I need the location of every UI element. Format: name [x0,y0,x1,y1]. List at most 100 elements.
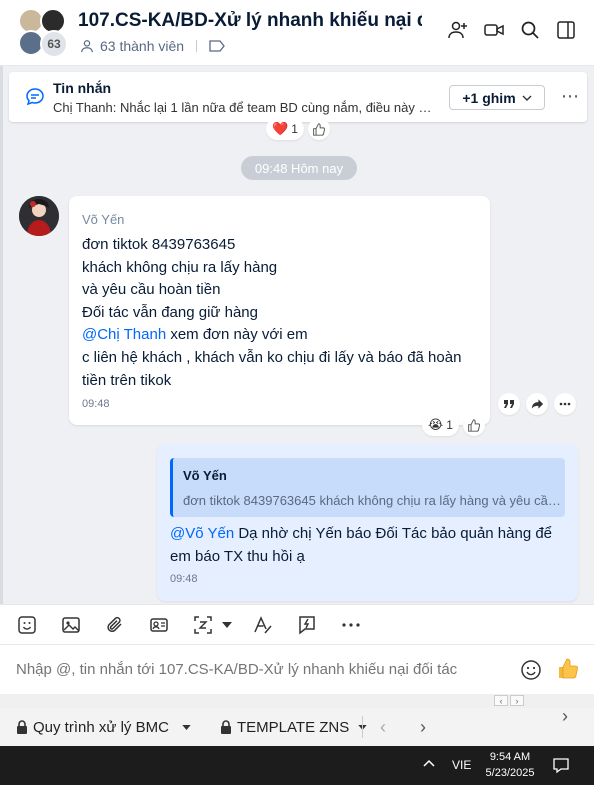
message-line: c liên hệ khách , khách vẫn ko chịu đi l… [82,348,462,389]
sender-name: Võ Yến [82,212,125,227]
reaction-count: 1 [291,122,298,136]
previous-message-reactions: ❤️ 1 [266,118,330,140]
more-pins-button[interactable]: +1 ghim [449,85,545,110]
pinned-text: Chị Thanh: Nhắc lại 1 lần nữa để team BD… [53,100,433,115]
divider [362,716,363,738]
tag-icon[interactable] [209,40,225,52]
input-language[interactable]: VIE [452,758,471,772]
quote-icon [504,400,514,408]
caret-down-icon[interactable] [216,614,238,636]
back-arrow-icon[interactable]: ‹ [380,717,386,738]
bookmark-label: TEMPLATE ZNS [237,719,350,736]
message-input[interactable] [16,661,476,678]
lock-icon [221,720,231,734]
chat-bubble-icon [26,88,44,106]
add-member-icon[interactable] [448,20,468,40]
scroll-right-icon[interactable]: › [510,695,524,706]
message-text: đơn tiktok 8439763645 khách không chịu r… [82,234,477,392]
conversation-header: 63 107.CS-KA/BD-Xử lý nhanh khiếu nại đố… [0,0,594,66]
message-hover-actions [498,393,576,415]
divider [196,40,198,52]
pinned-title: Tin nhắn [53,80,112,96]
sender-avatar[interactable] [19,196,59,236]
message-line: đơn tiktok 8439763645 [82,236,236,253]
search-icon[interactable] [520,20,540,40]
scroll-left-icon[interactable]: ‹ [494,695,508,706]
message-time: 09:48 [82,398,110,410]
message-composer [0,644,594,694]
reaction-pill[interactable]: ❤️ 1 [266,118,304,140]
member-count-badge: 63 [40,30,68,58]
group-avatar[interactable]: 63 [18,8,68,58]
pinned-more-button[interactable]: ⋯ [561,86,580,107]
sidebar-toggle-icon[interactable] [556,20,576,40]
chevron-up-icon[interactable] [422,756,436,770]
thumbs-up-icon [313,122,326,136]
bookmark-folder[interactable]: TEMPLATE ZNS [220,719,367,736]
forward-arrow-icon[interactable]: › [420,717,426,738]
message-text: @Võ Yến Dạ nhờ chị Yến báo Đối Tác bảo q… [170,522,565,568]
members-count-label: 63 thành viên [100,38,185,54]
person-icon [81,40,93,53]
members-link[interactable]: 63 thành viên [80,38,225,54]
header-actions [448,20,576,40]
crying-face-icon: 😭 [428,417,444,432]
chevron-right-icon[interactable]: › [562,706,568,727]
emoji-icon[interactable] [520,659,542,681]
message-line: khách không chịu ra lấy hàng [82,258,278,276]
bookmark-folder[interactable]: Quy trình xử lý BMC [16,719,191,736]
thumbs-up-icon [559,658,578,679]
forward-button[interactable] [526,393,548,415]
chevron-down-icon [522,95,532,101]
ellipsis-icon [559,402,571,406]
sticker-icon[interactable] [16,614,38,636]
message-line: và yêu cầu hoàn tiền [82,281,221,299]
system-clock[interactable]: 9:54 AM 5/23/2025 [480,749,540,781]
reaction-count: 1 [446,418,453,432]
more-options-icon[interactable] [340,614,362,636]
outgoing-message-bubble[interactable]: Võ Yến đơn tiktok 8439763645 khách không… [157,444,578,601]
heart-icon: ❤️ [272,121,289,136]
quoted-message[interactable]: Võ Yến đơn tiktok 8439763645 khách không… [170,458,565,517]
composer-toolbar [0,604,594,644]
message-list[interactable]: Tin nhắn Chị Thanh: Nhắc lại 1 lần nữa đ… [0,66,594,604]
scroll-edge [0,66,3,604]
more-actions-button[interactable] [554,393,576,415]
avatar-image [19,196,59,236]
conversation-title[interactable]: 107.CS-KA/BD-Xử lý nhanh khiếu nại đối t… [78,10,422,32]
like-button[interactable] [307,118,330,140]
pinned-message-bar[interactable]: Tin nhắn Chị Thanh: Nhắc lại 1 lần nữa đ… [9,72,587,122]
lock-icon [17,720,27,734]
share-arrow-icon [531,399,543,409]
mention-link[interactable]: @Chị Thanh [82,326,166,343]
quoted-sender: Võ Yến [183,468,227,483]
quick-message-icon[interactable] [296,614,318,636]
message-line: @Chị Thanh xem đơn này với em [82,324,477,347]
incoming-message-bubble[interactable]: Võ Yến đơn tiktok 8439763645 khách không… [69,196,490,425]
screenshot-icon[interactable] [192,614,214,636]
quoted-text: đơn tiktok 8439763645 khách không chịu r… [183,493,561,508]
reaction-pill[interactable]: 😭 1 [422,414,459,436]
time-separator: 09:48 Hôm nay [241,156,357,180]
send-like-button[interactable] [556,657,580,687]
like-button[interactable] [462,414,485,436]
message-time: 09:48 [170,573,198,585]
bookmark-label: Quy trình xử lý BMC [33,719,169,736]
notification-icon[interactable] [552,756,570,774]
mention-rest: xem đơn này với em [166,326,308,344]
quote-button[interactable] [498,393,520,415]
contact-card-icon[interactable] [148,614,170,636]
image-icon[interactable] [60,614,82,636]
clock-time: 9:54 AM [489,751,531,763]
video-call-icon[interactable] [484,20,504,40]
chat-window: 63 107.CS-KA/BD-Xử lý nhanh khiếu nại đố… [0,0,594,785]
message-line: Đối tác vẫn đang giữ hàng [82,303,258,321]
attachment-icon[interactable] [104,614,126,636]
mention-link[interactable]: @Võ Yến [170,525,234,542]
incoming-reactions: 😭 1 [422,414,485,436]
thumbs-up-icon [468,418,481,432]
os-taskbar: VIE 9:54 AM 5/23/2025 [0,746,594,785]
text-format-icon[interactable] [252,614,274,636]
caret-down-icon [182,725,191,730]
bookmarks-bar: Quy trình xử lý BMC TEMPLATE ZNS ‹ › › [0,706,594,746]
